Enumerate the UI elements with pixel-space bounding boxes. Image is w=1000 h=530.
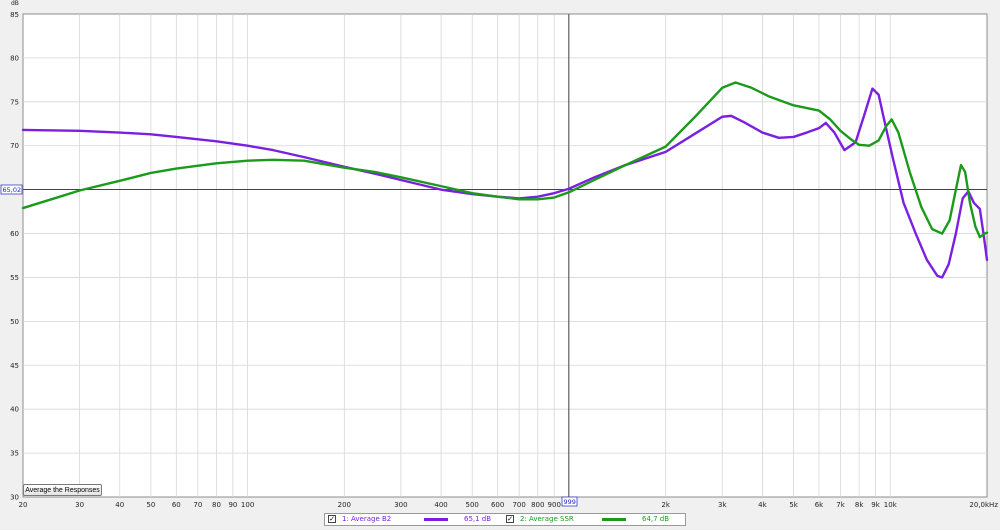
plot-area[interactable]: [22, 13, 988, 498]
y-tick-label: 75: [10, 98, 19, 106]
legend-series-name-2: 2: Average SSR: [520, 515, 574, 523]
y-tick-label: 60: [10, 230, 19, 238]
x-tick-label: 70: [193, 501, 202, 509]
cursor-freq-label: 999: [564, 498, 576, 506]
x-tick-label: 50: [146, 501, 155, 509]
x-tick-label: 500: [466, 501, 479, 509]
legend-swatch-1: [424, 518, 448, 521]
x-tick-label: 600: [491, 501, 504, 509]
legend: ✓ 1: Average B2 65,1 dB ✓ 2: Average SSR…: [324, 513, 686, 526]
average-responses-button[interactable]: Average the Responses: [23, 484, 102, 496]
x-tick-label: 100: [241, 501, 254, 509]
x-tick-label: 3k: [718, 501, 727, 509]
x-tick-label: 9k: [871, 501, 880, 509]
y-tick-label: 40: [10, 406, 19, 414]
x-tick-label: 80: [212, 501, 221, 509]
frequency-response-chart[interactable]: 85 80 75 70 60 55 50 45 40 35 30 20 30 40 50 60 70 80 90 1…: [0, 0, 1000, 530]
legend-item-1: ✓ 1: Average B2 65,1 dB: [328, 514, 506, 525]
y-axis-ticks: 8580757060555045403530: [10, 11, 19, 502]
x-tick-label: 7k: [836, 501, 845, 509]
x-tick-label: 5k: [789, 501, 798, 509]
x-tick-label: 30: [75, 501, 84, 509]
legend-checkbox-2[interactable]: ✓: [506, 515, 514, 523]
y-tick-label: 85: [10, 11, 19, 19]
x-tick-label: 2k: [661, 501, 670, 509]
x-tick-label: 10k: [884, 501, 898, 509]
legend-series-level-1: 65,1 dB: [464, 515, 492, 523]
x-tick-label: 200: [338, 501, 351, 509]
cursor-level-label: 65,02: [3, 186, 22, 194]
legend-swatch-2: [602, 518, 626, 521]
x-tick-label: 800: [531, 501, 544, 509]
x-tick-label: 4k: [758, 501, 767, 509]
x-tick-label: 400: [434, 501, 447, 509]
x-axis-ticks: 20 30 40 50 60 70 80 90 100 200 300 400 500 600 700 800…: [19, 501, 999, 509]
y-tick-label: 55: [10, 274, 19, 282]
y-tick-label: 80: [10, 54, 19, 62]
y-tick-label: 45: [10, 362, 19, 370]
x-tick-label: 300: [394, 501, 407, 509]
x-tick-label: 900: [548, 501, 561, 509]
y-axis-unit-label: dB: [11, 0, 19, 7]
x-tick-label: 60: [172, 501, 181, 509]
legend-series-level-2: 64,7 dB: [642, 515, 670, 523]
x-tick-label: 8k: [855, 501, 864, 509]
x-tick-label: 6k: [815, 501, 824, 509]
legend-checkbox-1[interactable]: ✓: [328, 515, 336, 523]
x-tick-label: 700: [512, 501, 525, 509]
x-tick-label: 40: [115, 501, 124, 509]
x-tick-label: 20,0kHz: [969, 501, 998, 509]
x-tick-label: 90: [228, 501, 237, 509]
legend-item-2: ✓ 2: Average SSR 64,7 dB: [506, 514, 684, 525]
y-tick-label: 70: [10, 142, 19, 150]
x-tick-label: 20: [19, 501, 28, 509]
legend-series-name-1: 1: Average B2: [342, 515, 392, 523]
y-tick-label: 50: [10, 318, 19, 326]
y-tick-label: 35: [10, 450, 19, 458]
